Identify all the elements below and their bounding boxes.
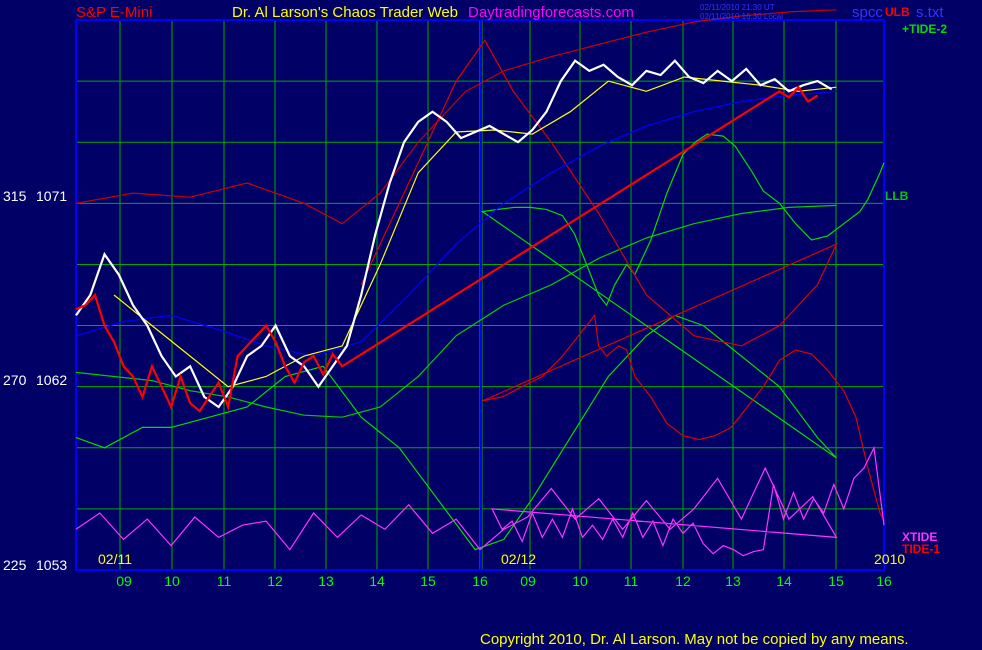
timestamp-ut: 02/11/2010 21:30 UT (700, 3, 775, 12)
series-label-llb: LLB (885, 189, 909, 203)
year-label: 2010 (874, 551, 905, 567)
x-tick-label-2: 11 (217, 573, 232, 589)
site-label: Daytradingforecasts.com (468, 4, 634, 21)
x-tick-label-7: 16 (472, 573, 488, 589)
date-label-1: 02/11 (98, 551, 132, 567)
copyright-label: Copyright 2010, Dr. Al Larson. May not b… (480, 631, 909, 648)
x-tick-label-15: 16 (876, 573, 892, 589)
x-tick-label-3: 12 (267, 573, 283, 589)
series-line-5 (75, 90, 837, 357)
x-tick-label-5: 14 (369, 573, 385, 589)
file-suffix-label: s.txt (916, 4, 944, 21)
series-line-8 (75, 85, 819, 413)
date-label-2: 02/12 (501, 551, 536, 567)
y-tick-left-2: 270 (3, 372, 27, 388)
chart-title: Dr. Al Larson's Chaos Trader Web (232, 4, 458, 21)
x-tick-label-8: 09 (520, 573, 536, 589)
x-tick-label-0: 09 (116, 573, 132, 589)
x-tick-label-9: 10 (572, 573, 588, 589)
series-line-3 (360, 39, 885, 522)
x-tick-label-13: 14 (776, 573, 792, 589)
x-axis-ticks: 09 10 11 12 13 14 15 16 09 10 11 12 13 14 15 16 (116, 573, 892, 589)
series-line-1 (75, 204, 837, 418)
series-label-tide1: TIDE-1 (902, 542, 940, 556)
timestamp-local: 02/11/2010 16:30 Local (700, 12, 783, 21)
symbol-label: S&P E-Mini (76, 4, 152, 21)
file-label: spcc (852, 4, 883, 21)
x-tick-label-14: 15 (828, 573, 844, 589)
series-label-tide2: +TIDE-2 (902, 22, 947, 36)
chaos-trader-chart: S&P E-Mini Dr. Al Larson's Chaos Trader … (3, 3, 947, 648)
x-tick-label-1: 10 (164, 573, 180, 589)
x-tick-label-6: 15 (420, 573, 436, 589)
series-label-ulb: ULB (885, 5, 910, 19)
x-tick-label-10: 11 (624, 573, 639, 589)
x-tick-label-11: 12 (675, 573, 691, 589)
series-line-0 (75, 9, 837, 225)
y-tick-right-2: 1062 (36, 372, 67, 388)
y-tick-left-3: 225 (3, 557, 27, 573)
x-tick-label-12: 13 (725, 573, 741, 589)
y-tick-right-3: 1053 (36, 557, 67, 573)
y-tick-left-1: 315 (3, 188, 27, 204)
y-tick-right-1: 1071 (36, 188, 67, 204)
x-tick-label-4: 13 (318, 573, 334, 589)
